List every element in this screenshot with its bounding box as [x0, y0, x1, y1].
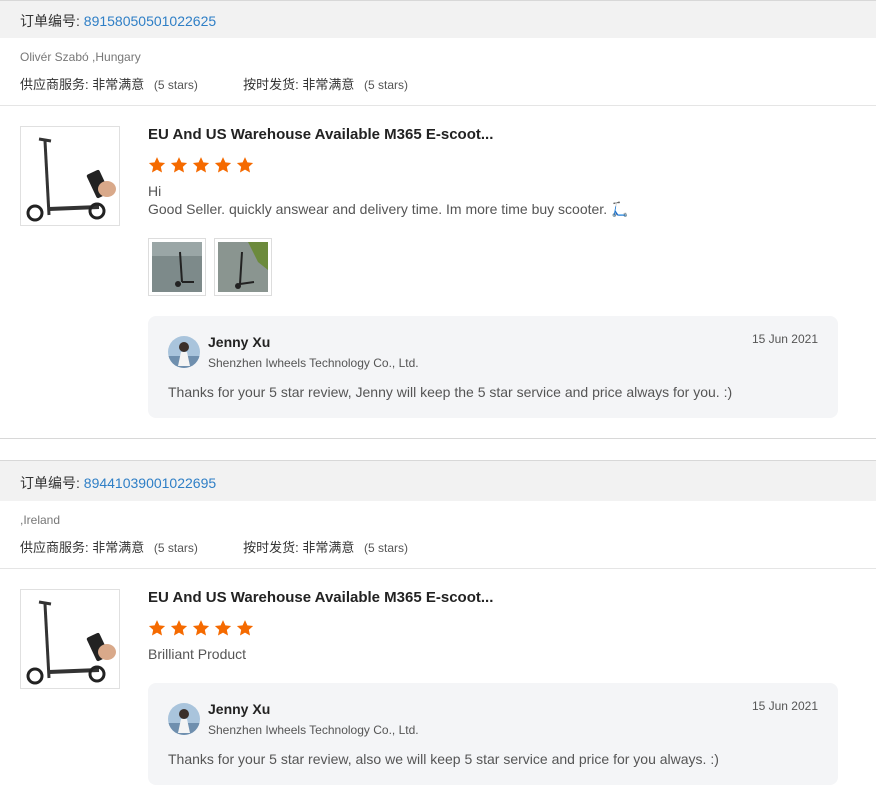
star-icon: [148, 157, 166, 173]
star-icon: [170, 620, 188, 636]
order-number-row: 订单编号: 89441039001022695: [20, 473, 216, 493]
reply-author-name: Jenny Xu: [208, 701, 271, 717]
section-divider: [0, 438, 876, 439]
buyer-info: Olivér Szabó ,Hungary 供应商服务: 非常满意 (5 sta…: [0, 38, 876, 106]
product-image[interactable]: [20, 126, 120, 226]
avatar: [168, 703, 200, 735]
seller-reply: Jenny Xu Shenzhen Iwheels Technology Co.…: [148, 683, 838, 785]
scooter-image: [26, 137, 116, 222]
review-photo-thumbnail[interactable]: [214, 238, 272, 296]
order-header: 订单编号: 89441039001022695: [0, 460, 876, 501]
order-number-label: 订单编号:: [20, 13, 80, 29]
seller-ratings: 供应商服务: 非常满意 (5 stars) 按时发货: 非常满意 (5 star…: [20, 74, 408, 93]
shipping-stars: (5 stars): [364, 541, 409, 555]
supplier-service-stars: (5 stars): [153, 78, 198, 92]
shipping-value: 非常满意: [302, 540, 355, 555]
reply-author-name: Jenny Xu: [208, 334, 271, 350]
star-icon: [192, 157, 210, 173]
buyer-info: ,Ireland 供应商服务: 非常满意 (5 stars) 按时发货: 非常满…: [0, 501, 876, 569]
avatar-image: [168, 703, 200, 735]
star-icon: [236, 620, 254, 636]
reply-company: Shenzhen Iwheels Technology Co., Ltd.: [208, 723, 419, 737]
avatar: [168, 336, 200, 368]
order-number-label: 订单编号:: [20, 475, 80, 491]
review-rating: [148, 156, 254, 174]
order-header: 订单编号: 89158050501022625: [0, 0, 876, 38]
review-photo: [152, 242, 202, 292]
reply-company: Shenzhen Iwheels Technology Co., Ltd.: [208, 356, 419, 370]
supplier-service-stars: (5 stars): [153, 541, 198, 555]
reply-text: Thanks for your 5 star review, Jenny wil…: [168, 384, 733, 400]
reply-text: Thanks for your 5 star review, also we w…: [168, 751, 719, 767]
review-text: Hi: [148, 183, 162, 199]
reply-date: 15 Jun 2021: [751, 699, 818, 713]
avatar-image: [168, 336, 200, 368]
review-text: Brilliant Product: [148, 646, 247, 662]
seller-ratings: 供应商服务: 非常满意 (5 stars) 按时发货: 非常满意 (5 star…: [20, 537, 408, 556]
buyer-name: ,Ireland: [20, 513, 61, 527]
supplier-service-value: 非常满意: [92, 540, 145, 555]
product-title[interactable]: EU And US Warehouse Available M365 E-sco…: [148, 589, 493, 606]
review-rating: [148, 619, 254, 637]
review-text: Good Seller. quickly answear and deliver…: [148, 201, 629, 217]
scooter-image: [26, 600, 116, 685]
review-photo-thumbnail[interactable]: [148, 238, 206, 296]
seller-reply: Jenny Xu Shenzhen Iwheels Technology Co.…: [148, 316, 838, 418]
product-image[interactable]: [20, 589, 120, 689]
star-icon: [192, 620, 210, 636]
order-number-row: 订单编号: 89158050501022625: [20, 11, 216, 31]
star-icon: [148, 620, 166, 636]
supplier-service-value: 非常满意: [92, 77, 145, 92]
order-number-link[interactable]: 89158050501022625: [84, 13, 216, 29]
star-icon: [214, 157, 232, 173]
order-number-link[interactable]: 89441039001022695: [84, 475, 216, 491]
shipping-stars: (5 stars): [364, 78, 409, 92]
supplier-service-label: 供应商服务:: [20, 540, 89, 555]
buyer-name: Olivér Szabó ,Hungary: [20, 50, 141, 64]
star-icon: [236, 157, 254, 173]
star-icon: [170, 157, 188, 173]
reply-date: 15 Jun 2021: [751, 332, 818, 346]
shipping-label: 按时发货:: [243, 540, 299, 555]
shipping-label: 按时发货:: [243, 77, 299, 92]
star-icon: [214, 620, 232, 636]
shipping-value: 非常满意: [302, 77, 355, 92]
review-photo: [218, 242, 268, 292]
supplier-service-label: 供应商服务:: [20, 77, 89, 92]
product-title[interactable]: EU And US Warehouse Available M365 E-sco…: [148, 126, 493, 143]
